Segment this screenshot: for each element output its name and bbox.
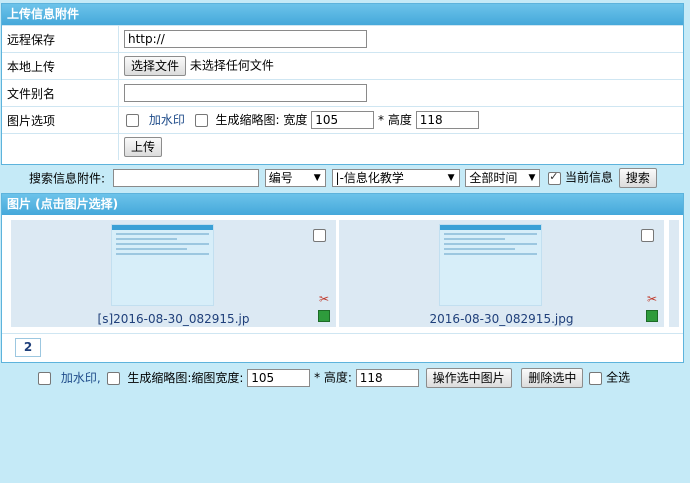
thumb-width-input[interactable] — [311, 111, 375, 130]
choose-file-button[interactable]: 选择文件 — [124, 56, 187, 76]
upload-panel: 上传信息附件 远程保存 本地上传 选择文件 未选择任何文件 文件别名 图片选项 … — [1, 3, 684, 165]
select-all-label: 全选 — [606, 370, 631, 385]
thumbnail-checkbox[interactable] — [194, 113, 208, 127]
thumbnail-label: 生成缩略图: — [215, 112, 280, 127]
current-info-label: 当前信息 — [565, 170, 614, 185]
search-button[interactable]: 搜索 — [618, 168, 657, 188]
bottom-controls: 加水印, 生成缩略图:缩图宽度: * 高度: 操作选中图片 删除选中 全选 — [38, 368, 678, 390]
bottom-watermark-label: 加水印, — [60, 370, 101, 385]
bottom-thumbnail-label: 生成缩略图:缩图宽度: — [127, 370, 244, 385]
upload-panel-title: 上传信息附件 — [2, 4, 683, 25]
upload-button[interactable]: 上传 — [124, 137, 163, 157]
scissors-icon[interactable]: ✂ — [647, 292, 657, 306]
gallery-item[interactable]: ✂ 2016-08-30_082915.jpg — [339, 220, 664, 327]
watermark-checkbox[interactable] — [126, 113, 139, 127]
gallery-panel-title: 图片 (点击图片选择) — [2, 194, 683, 215]
chevron-down-icon: ▼ — [313, 173, 321, 183]
current-info-checkbox[interactable] — [548, 170, 562, 185]
search-class-select[interactable]: |-信息化教学 ▼ — [331, 169, 460, 187]
upload-form: 远程保存 本地上传 选择文件 未选择任何文件 文件别名 图片选项 加水印 生成缩… — [2, 25, 683, 160]
thumb-height-input[interactable] — [415, 111, 479, 130]
image-thumbnail[interactable] — [111, 224, 214, 306]
image-caption: [s]2016-08-30_082915.jp — [97, 312, 250, 326]
search-bar: 搜索信息附件: 编号▼ |-信息化教学▼ 全部时间▼ 当前信息 搜索 — [29, 168, 669, 190]
select-all-checkbox[interactable] — [589, 371, 603, 385]
apply-selected-button[interactable]: 操作选中图片 — [425, 368, 512, 388]
delete-selected-button[interactable]: 删除选中 — [521, 368, 584, 388]
search-input[interactable] — [112, 169, 259, 187]
width-label: 宽度 — [283, 112, 308, 127]
gallery-item[interactable]: ✂ [s]2016-08-30_082915.jp — [11, 220, 336, 327]
remote-save-label: 远程保存 — [2, 25, 119, 53]
search-label: 搜索信息附件: — [29, 171, 106, 186]
no-file-text: 未选择任何文件 — [189, 58, 274, 73]
pagination: 2 — [2, 333, 683, 361]
remote-url-input[interactable] — [124, 30, 367, 48]
select-checkbox[interactable] — [641, 229, 654, 242]
gallery-items: ✂ [s]2016-08-30_082915.jp ✂ 2016-08-30_0… — [2, 215, 683, 333]
select-checkbox[interactable] — [313, 229, 326, 242]
gallery-panel: 图片 (点击图片选择) ✂ [s]2016-08-30_082915.jp ✂ … — [1, 193, 684, 363]
file-alias-label: 文件别名 — [2, 79, 119, 107]
search-field-select[interactable]: 编号 ▼ — [264, 169, 326, 187]
local-upload-label: 本地上传 — [2, 52, 119, 80]
chevron-down-icon: ▼ — [528, 173, 536, 183]
gallery-item-partial — [669, 220, 679, 327]
bottom-width-input[interactable] — [247, 369, 311, 387]
scissors-icon[interactable]: ✂ — [319, 292, 329, 306]
image-thumbnail[interactable] — [439, 224, 542, 306]
watermark-label: 加水印 — [148, 112, 185, 127]
height-label: * 高度 — [378, 112, 412, 127]
bottom-height-input[interactable] — [355, 369, 419, 387]
page-link[interactable]: 2 — [15, 338, 41, 357]
chevron-down-icon: ▼ — [447, 173, 455, 183]
file-alias-input[interactable] — [124, 84, 367, 102]
image-caption: 2016-08-30_082915.jpg — [429, 312, 574, 326]
search-time-select[interactable]: 全部时间 ▼ — [465, 169, 541, 187]
bottom-watermark-checkbox[interactable] — [38, 371, 51, 385]
image-options-label: 图片选项 — [2, 106, 119, 134]
bottom-thumbnail-checkbox[interactable] — [107, 371, 121, 385]
bottom-height-label: * 高度: — [314, 370, 352, 385]
